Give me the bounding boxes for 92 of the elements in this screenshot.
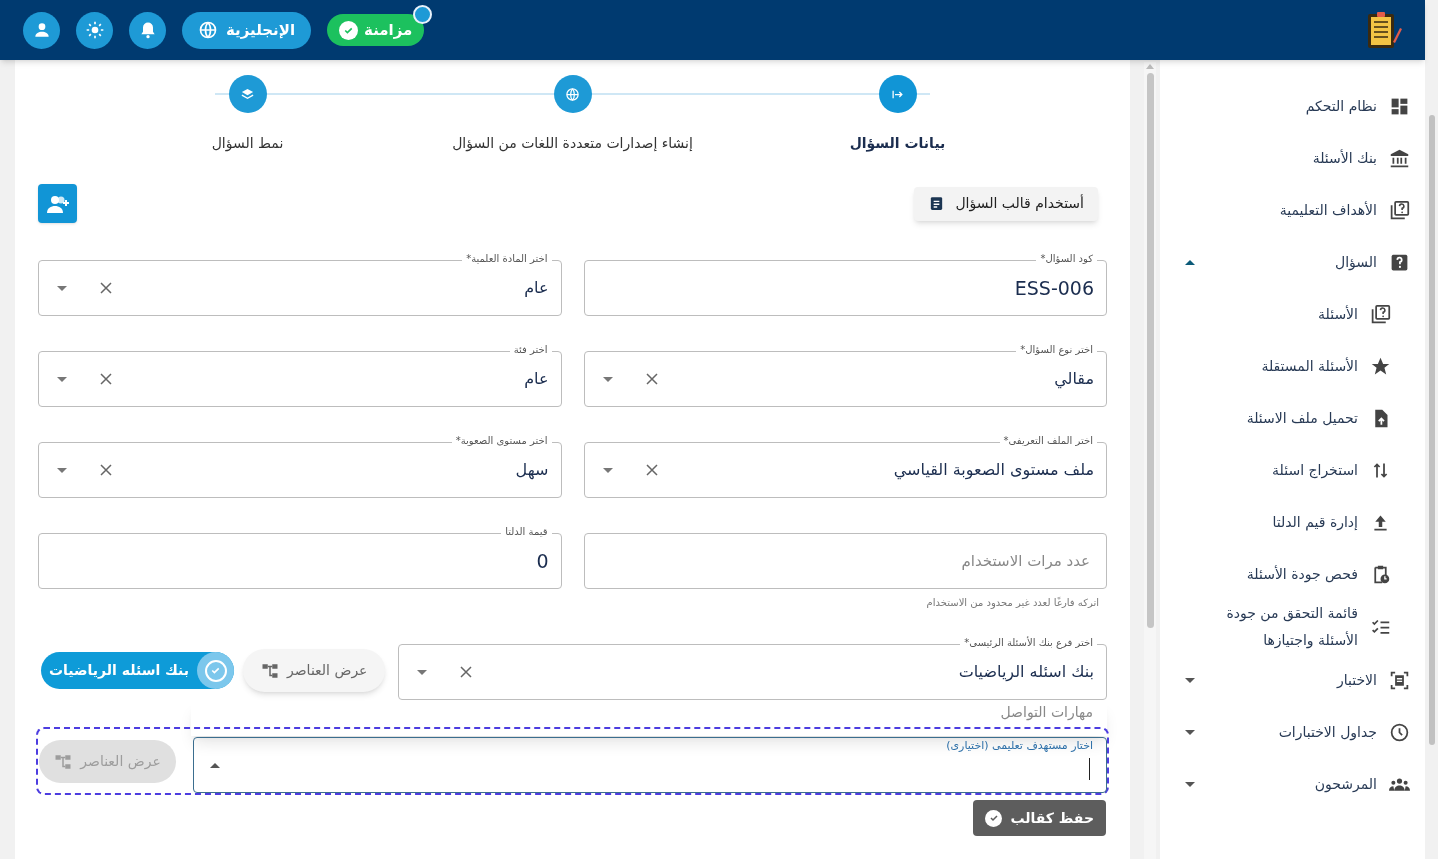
step-label: نمط السؤال	[211, 134, 284, 154]
item-label: المرشحون	[1314, 774, 1377, 795]
sidebar-item[interactable]: المرشحون	[1160, 758, 1425, 810]
add-user-button[interactable]	[38, 184, 77, 223]
notifications-button[interactable]	[129, 11, 166, 49]
profile-button[interactable]	[23, 11, 60, 49]
exam-clipboard-logo	[1366, 10, 1402, 50]
field-value: 0	[535, 548, 549, 574]
clear-icon[interactable]	[645, 464, 658, 476]
item-label: جداول الاختبارات	[1278, 722, 1377, 743]
helper-text: اتركه فارغًا لعدد غير محدود من الاستخدام	[926, 596, 1099, 610]
expand-caret-icon[interactable]	[1185, 781, 1195, 787]
sidebar-item[interactable]: تحميل ملف الاسئلة	[1160, 392, 1425, 444]
item-label: إدارة قيم الدلتا	[1272, 512, 1358, 533]
clear-icon[interactable]	[460, 666, 472, 678]
sidebar-item[interactable]: الأهداف التعليمية	[1160, 184, 1425, 236]
field-label: اختر المادة العلمية*	[462, 252, 552, 266]
field-label: كود السؤال*	[1036, 252, 1097, 266]
step-label: بيانات السؤال	[849, 134, 946, 154]
field-label: اختار مستهدف تعليمى (اختيارى)	[946, 739, 1093, 753]
expand-caret-icon[interactable]	[1185, 677, 1195, 683]
document-frame-icon	[1389, 669, 1410, 691]
content-scrollbar[interactable]	[1144, 62, 1156, 859]
use-template-button[interactable]: أستخدام قالب السؤال	[914, 186, 1098, 221]
save-template-button[interactable]: حفظ كقالب	[973, 800, 1106, 836]
star-icon	[1370, 355, 1391, 377]
layers-icon	[240, 86, 255, 102]
caret-icon[interactable]	[210, 762, 220, 768]
clear-icon[interactable]	[100, 464, 112, 476]
field-value: عام	[523, 277, 549, 299]
chip-label: بنك اسئله الرياضيات	[48, 661, 191, 681]
caret-icon[interactable]	[57, 285, 67, 291]
caret-icon[interactable]	[417, 669, 427, 675]
hierarchy-icon	[261, 661, 279, 680]
clear-icon[interactable]	[100, 282, 112, 294]
expand-caret-icon[interactable]	[1185, 729, 1195, 735]
item-label: بنك الأسئلة	[1312, 148, 1377, 168]
sidebar-item[interactable]: نظام التحكم	[1160, 80, 1425, 132]
field-value: ESS-006	[1013, 275, 1094, 301]
field-label: اختر الملف التعريفى*	[999, 434, 1097, 448]
field-value: مقالي	[1053, 368, 1094, 391]
clock-icon	[1389, 721, 1410, 743]
bank-building-icon	[1389, 147, 1410, 169]
item-label: نظام التحكم	[1305, 96, 1377, 117]
caret-icon[interactable]	[602, 467, 613, 473]
field-value: ملف مستوى الصعوبة القياسي	[892, 459, 1094, 482]
select-field[interactable]	[193, 737, 1107, 793]
question-pages-icon	[1389, 199, 1410, 221]
sun-icon	[84, 20, 105, 40]
sidebar-item[interactable]: بنك الأسئلة	[1160, 132, 1425, 184]
expand-caret-icon[interactable]	[1185, 259, 1195, 265]
caret-icon[interactable]	[57, 467, 67, 473]
field-value: سهل	[514, 459, 549, 482]
sidebar-item[interactable]: الاختبار	[1160, 654, 1425, 706]
item-label: الأهداف التعليمية	[1279, 200, 1377, 220]
sidebar-item[interactable]: الأسئلة	[1160, 288, 1425, 340]
field-label: اختر فئة	[509, 343, 552, 357]
field-label: قيمة الدلتا	[501, 525, 552, 539]
item-label: قائمة التحقق من جودة الأسئلة واجتيازها	[1225, 604, 1358, 651]
item-label: الأسئلة	[1318, 304, 1358, 324]
item-label: تحميل ملف الاسئلة	[1246, 408, 1358, 428]
field-value: عام	[523, 368, 549, 390]
item-label: الأسئلة المستقلة	[1261, 356, 1358, 376]
field-label: اختر فرع بنك الأسئلة الرئيسى*	[960, 636, 1097, 650]
clear-icon[interactable]	[100, 373, 112, 385]
sidebar-item[interactable]: إدارة قيم الدلتا	[1160, 496, 1425, 548]
item-label: استخراج اسئلة	[1272, 460, 1358, 481]
hierarchy-icon	[54, 752, 73, 771]
item-label: الاختبار	[1337, 670, 1377, 690]
sidebar-item[interactable]: استخراج اسئلة	[1160, 444, 1425, 496]
sidebar-item[interactable]: السؤال	[1160, 236, 1425, 288]
item-label: فحص جودة الأسئلة	[1246, 564, 1358, 585]
clear-icon[interactable]	[645, 373, 658, 385]
text-cursor	[1089, 758, 1090, 780]
sidebar-item[interactable]: قائمة التحقق من جودة الأسئلة واجتيازها	[1160, 600, 1425, 654]
question-pages-icon	[1370, 303, 1391, 325]
view-items-button[interactable]: عرض العناصر	[243, 649, 386, 692]
input-field[interactable]: عدد مرات الاستخدام	[583, 533, 1107, 589]
dropdown-option[interactable]: مهارات التواصل	[1000, 702, 1093, 723]
sidebar-item[interactable]: فحص جودة الأسئلة	[1160, 548, 1425, 600]
field-label: اختر نوع السؤال*	[1016, 343, 1097, 357]
field-value: بنك اسئله الرياضيات	[957, 661, 1094, 684]
globe-icon	[198, 20, 218, 40]
globe-icon	[565, 86, 580, 102]
field-label: اختر مستوى الصعوبة*	[451, 434, 552, 448]
sidebar-item[interactable]: الأسئلة المستقلة	[1160, 340, 1425, 392]
theme-button[interactable]	[76, 11, 113, 49]
step-label: إنشاء إصدارات متعددة اللغات من السؤال	[452, 134, 693, 154]
item-label: السؤال	[1335, 252, 1377, 273]
caret-icon[interactable]	[602, 376, 613, 382]
caret-icon[interactable]	[57, 376, 67, 382]
sidebar-item[interactable]: جداول الاختبارات	[1160, 706, 1425, 758]
